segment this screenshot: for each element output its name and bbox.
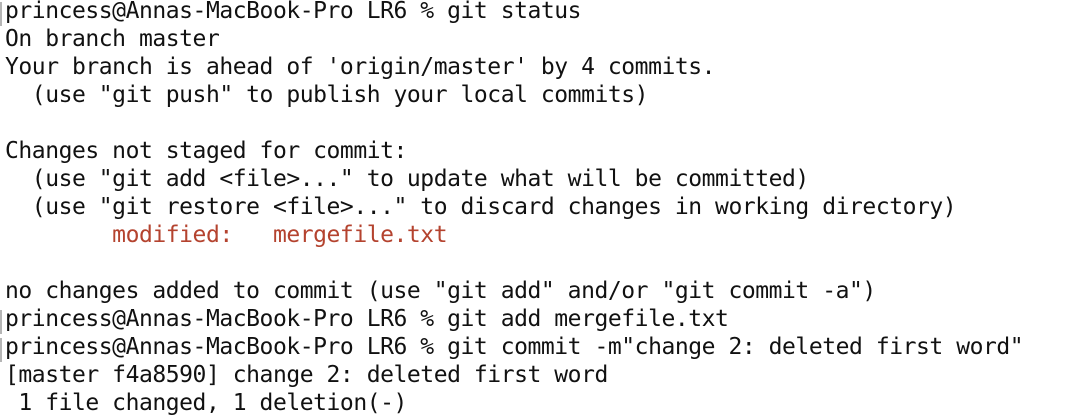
terminal-line-ahead: Your branch is ahead of 'origin/master' … [5,54,716,80]
terminal-line-no-changes: no changes added to commit (use "git add… [5,278,876,304]
terminal-line-prompt-git-status: princess@Annas-MacBook-Pro LR6 % git sta… [5,0,582,24]
terminal-line-modified-file: modified: mergefile.txt [5,222,448,248]
prompt-mark [0,2,2,26]
terminal-line-not-staged: Changes not staged for commit: [5,138,407,164]
prompt-mark [0,310,2,334]
terminal-line-prompt-git-commit: princess@Annas-MacBook-Pro LR6 % git com… [5,334,1024,360]
terminal-line-change-summary: 1 file changed, 1 deletion(-) [5,390,407,415]
terminal-line-push-hint: (use "git push" to publish your local co… [5,82,649,108]
terminal-line-branch: On branch master [5,26,220,52]
prompt-mark [0,338,2,362]
terminal-line-commit-result: [master f4a8590] change 2: deleted first… [5,362,608,388]
terminal-line-prompt-git-add: princess@Annas-MacBook-Pro LR6 % git add… [5,306,729,332]
terminal-line-add-hint: (use "git add <file>..." to update what … [5,166,810,192]
terminal-line-restore-hint: (use "git restore <file>..." to discard … [5,194,957,220]
terminal-window[interactable]: princess@Annas-MacBook-Pro LR6 % git sta… [0,0,1085,415]
